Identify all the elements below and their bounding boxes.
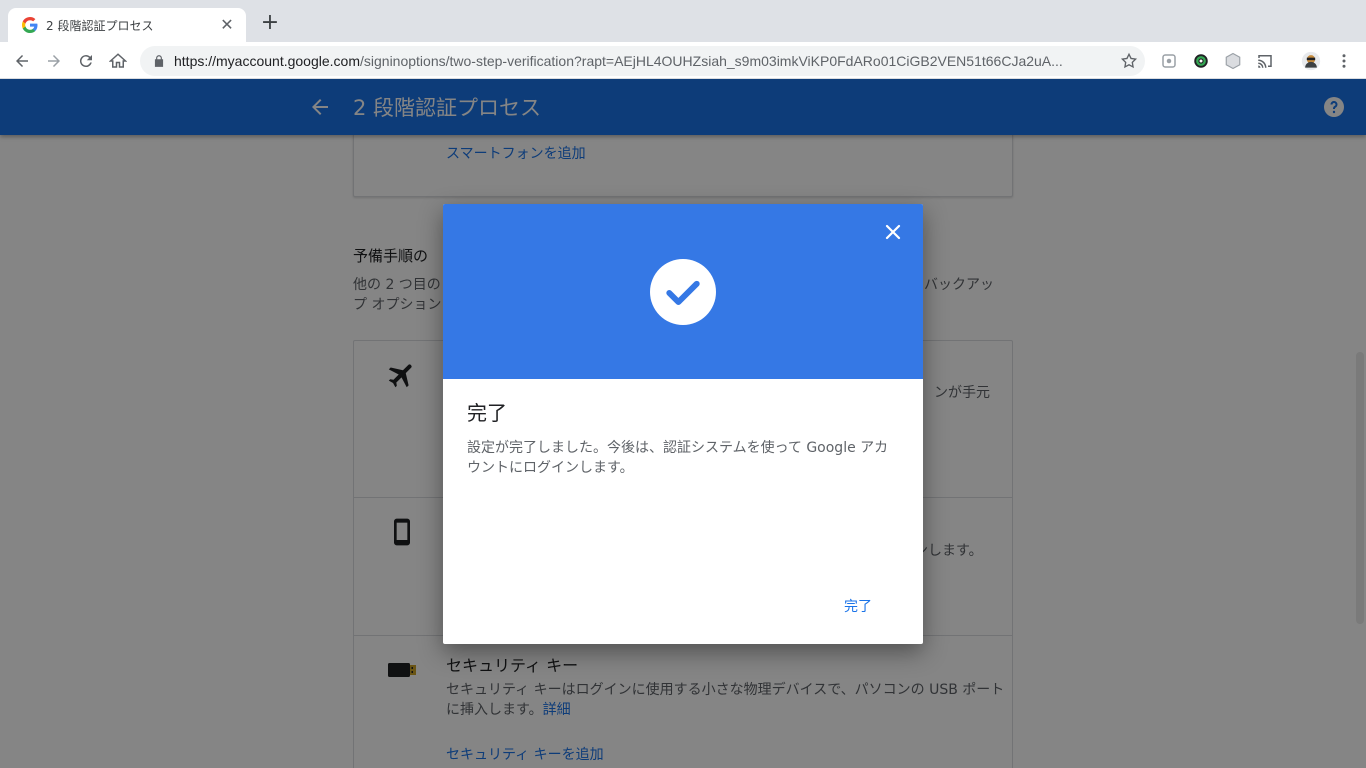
url-host: https://myaccount.google.com bbox=[174, 53, 360, 69]
url-text: https://myaccount.google.com/signinoptio… bbox=[174, 53, 1113, 69]
cube-icon bbox=[1225, 52, 1241, 70]
avatar-icon bbox=[1301, 51, 1321, 71]
color-wheel-icon bbox=[1194, 54, 1208, 68]
extension-button-3[interactable] bbox=[1219, 47, 1247, 75]
address-bar[interactable]: https://myaccount.google.com/signinoptio… bbox=[140, 46, 1145, 76]
google-favicon-icon bbox=[22, 17, 38, 33]
new-tab-button[interactable]: + bbox=[258, 12, 282, 36]
arrow-forward-icon bbox=[48, 55, 60, 67]
profile-button[interactable] bbox=[1297, 47, 1325, 75]
more-vert-icon bbox=[1342, 54, 1346, 68]
tab-close-icon[interactable]: ✕ bbox=[218, 16, 236, 34]
arrow-back-icon bbox=[16, 55, 28, 67]
home-icon bbox=[109, 53, 127, 68]
dialog-title: 完了 bbox=[467, 401, 507, 425]
extension-button-2[interactable] bbox=[1187, 47, 1215, 75]
lock-icon bbox=[154, 55, 164, 67]
home-button[interactable] bbox=[104, 47, 132, 75]
browser-toolbar: https://myaccount.google.com/signinoptio… bbox=[0, 42, 1366, 79]
cast-icon bbox=[1258, 55, 1272, 68]
browser-menu-button[interactable] bbox=[1330, 47, 1358, 75]
close-icon[interactable] bbox=[881, 220, 905, 244]
tab-strip: 2 段階認証プロセス ✕ + bbox=[0, 0, 1366, 42]
url-path: /signinoptions/two-step-verification?rap… bbox=[360, 53, 1063, 69]
forward-button[interactable] bbox=[40, 47, 68, 75]
bookmark-star-button[interactable] bbox=[1113, 46, 1145, 76]
check-circle bbox=[650, 259, 716, 325]
dialog-header bbox=[443, 204, 923, 379]
check-icon bbox=[666, 280, 700, 306]
extension-button-1[interactable] bbox=[1155, 47, 1183, 75]
tab-title: 2 段階認証プロセス bbox=[46, 18, 154, 33]
done-button[interactable]: 完了 bbox=[838, 594, 878, 618]
reload-button[interactable] bbox=[72, 47, 100, 75]
back-button[interactable] bbox=[8, 47, 36, 75]
puzzle-extension-icon bbox=[1162, 54, 1176, 68]
star-icon bbox=[1120, 52, 1138, 69]
completion-dialog: 完了 設定が完了しました。今後は、認証システムを使って Google アカウント… bbox=[443, 204, 923, 644]
cast-button[interactable] bbox=[1251, 47, 1279, 75]
dialog-body: 設定が完了しました。今後は、認証システムを使って Google アカウントにログ… bbox=[467, 440, 889, 476]
reload-icon bbox=[79, 55, 92, 68]
browser-tab[interactable]: 2 段階認証プロセス ✕ bbox=[8, 8, 246, 42]
page-scrollbar[interactable] bbox=[1356, 352, 1364, 624]
